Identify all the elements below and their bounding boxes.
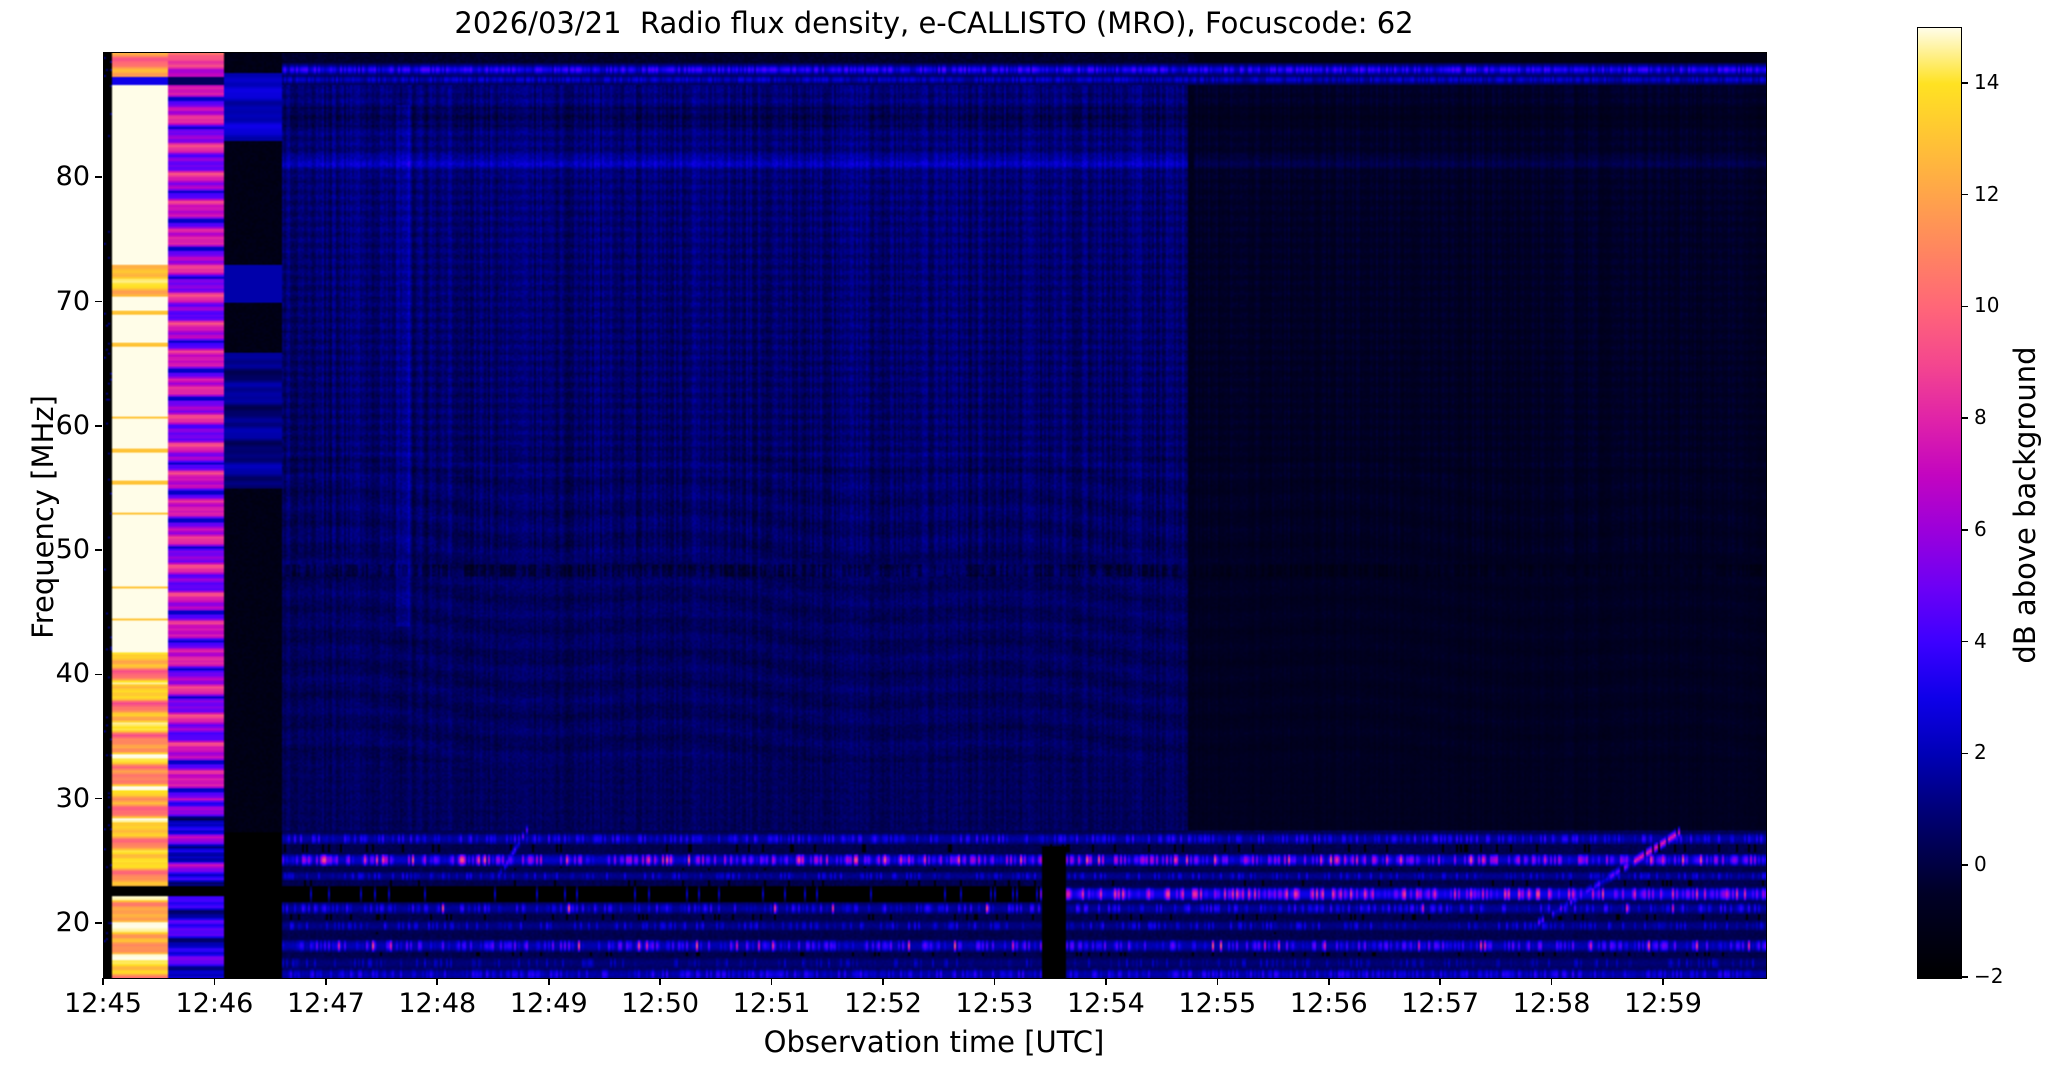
x-tick-mark (1216, 978, 1219, 985)
colorbar-tick-mark (1961, 752, 1968, 755)
x-axis-label: Observation time [UTC] (763, 1025, 1105, 1059)
x-tick-mark (1439, 978, 1441, 985)
x-tick-mark (770, 978, 773, 985)
x-tick-label: 12:54 (1066, 988, 1145, 1019)
x-tick-mark (993, 978, 996, 985)
colorbar-tick-label: −2 (1974, 964, 2004, 988)
spectrogram-heatmap (104, 53, 1766, 978)
colorbar-tick-mark (1961, 305, 1968, 308)
colorbar-tick-mark (1961, 864, 1968, 866)
plot-title: 2026/03/21 Radio flux density, e-CALLIST… (454, 6, 1414, 40)
colorbar-tick-label: 12 (1974, 181, 2000, 206)
x-tick-label: 12:46 (175, 988, 254, 1019)
colorbar-tick-label: 14 (1974, 69, 2000, 94)
x-tick-label: 12:53 (955, 988, 1034, 1019)
y-tick-mark (95, 176, 102, 178)
x-tick-label: 12:59 (1624, 988, 1702, 1019)
x-tick-label: 12:52 (844, 988, 922, 1019)
y-tick-mark (95, 797, 102, 800)
colorbar-tick-label: 0 (1974, 852, 1987, 877)
x-tick-mark (1662, 978, 1664, 985)
x-tick-label: 12:48 (398, 988, 477, 1019)
figure: 2026/03/21 Radio flux density, e-CALLIST… (0, 0, 2047, 1067)
colorbar-tick-label: 8 (1974, 405, 1987, 430)
y-tick-mark (95, 425, 102, 427)
x-tick-mark (1327, 978, 1330, 985)
x-tick-label: 12:50 (621, 988, 700, 1019)
y-tick-label: 50 (55, 534, 90, 566)
colorbar-tick-label: 10 (1974, 293, 2000, 318)
y-tick-label: 20 (55, 907, 90, 938)
colorbar-tick-mark (1961, 193, 1968, 196)
x-tick-mark (436, 978, 439, 985)
x-tick-mark (659, 978, 661, 985)
colorbar-tick-mark (1961, 82, 1968, 84)
x-tick-label: 12:45 (64, 988, 142, 1019)
x-tick-label: 12:58 (1512, 988, 1591, 1019)
x-tick-label: 12:49 (509, 988, 588, 1019)
colorbar-tick-mark (1961, 976, 1968, 978)
y-tick-mark (95, 300, 102, 303)
colorbar-tick-label: 2 (1974, 740, 1987, 765)
x-tick-mark (1105, 978, 1107, 985)
x-tick-mark (325, 978, 327, 985)
x-tick-label: 12:51 (732, 988, 811, 1019)
colorbar-tick-mark (1961, 417, 1968, 419)
y-tick-mark (95, 549, 102, 551)
colorbar-tick-label: 6 (1974, 516, 1987, 541)
y-tick-label: 30 (55, 782, 90, 814)
x-tick-label: 12:56 (1289, 988, 1368, 1019)
y-tick-label: 60 (55, 409, 90, 441)
colorbar-tick-mark (1961, 529, 1968, 531)
colorbar-gradient (1917, 27, 1962, 979)
y-tick-label: 70 (55, 285, 90, 317)
y-tick-mark (95, 922, 102, 924)
colorbar-label: dB above background (2008, 346, 2042, 664)
x-tick-mark (882, 978, 884, 985)
x-tick-mark (547, 978, 550, 985)
x-tick-label: 12:57 (1401, 988, 1480, 1019)
x-tick-label: 12:55 (1178, 988, 1257, 1019)
y-tick-label: 40 (55, 658, 90, 690)
y-tick-mark (95, 673, 102, 676)
x-tick-label: 12:47 (286, 988, 365, 1019)
colorbar-tick-label: 4 (1974, 628, 1987, 653)
plot-area (103, 52, 1767, 979)
x-tick-mark (1550, 978, 1553, 985)
y-tick-label: 80 (55, 161, 90, 193)
colorbar-tick-mark (1961, 640, 1968, 643)
x-tick-mark (213, 978, 216, 985)
x-tick-mark (102, 978, 104, 985)
